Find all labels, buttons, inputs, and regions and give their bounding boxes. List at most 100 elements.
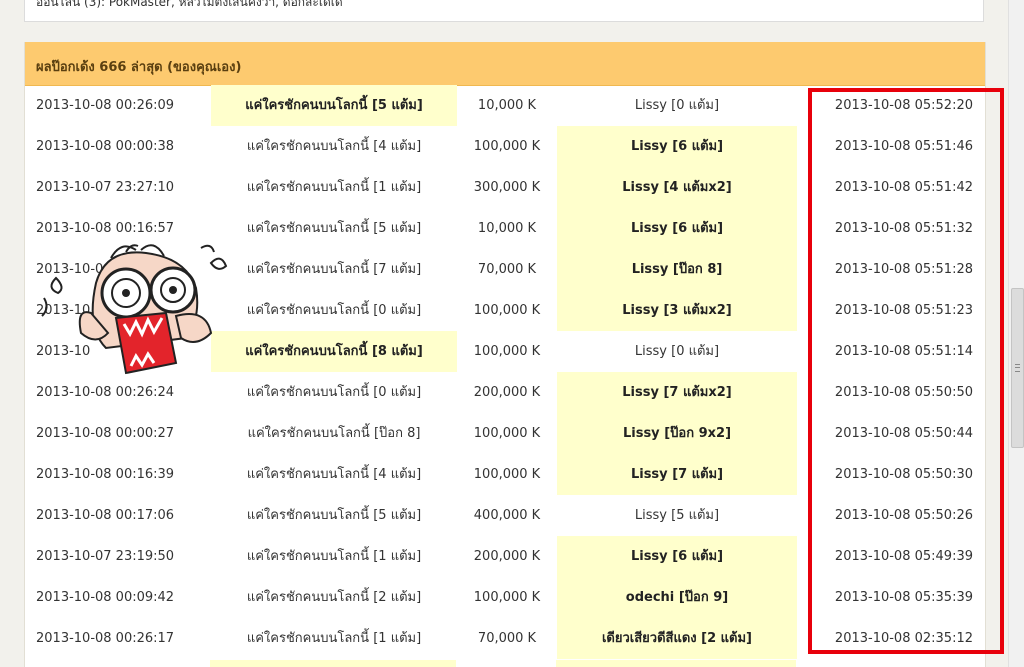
player2-score: [0 แต้ม] [671,98,720,113]
player1-score: [5 แต้ม] [373,221,422,236]
player1-score: [7 แต้ม] [373,262,422,277]
end-time-cell: 2013-10-08 05:49:39 [797,536,985,577]
player2-name: Lissy [630,467,668,482]
table-row: 2013-10-07 23:27:10 แค่ใครชักคนบนโลกนี้ [… [25,167,985,208]
player2-score: [6 แต้ม] [672,221,724,236]
player1-cell[interactable]: แค่ใครชักคนบนโลกนี้ [ป๊อก 8] [211,413,457,454]
vertical-scrollbar[interactable] [1008,0,1024,667]
start-time: 2013-10-08 00:16:57 [36,221,175,236]
player2-cell[interactable]: Lissy [ป๊อก 9x2] [557,413,797,454]
start-time-cell: 2013-10-08 00:17:06 [25,495,211,536]
end-time-cell: 2013-10-08 05:52:20 [797,85,985,126]
player1-cell[interactable]: แค่ใครชักคนบนโลกนี้ [8 แต้ม] [211,331,457,372]
end-time-cell: 2013-10-08 05:51:23 [797,290,985,331]
end-time: 2013-10-08 02:35:12 [834,631,973,646]
end-time-cell: 2013-10-08 05:50:44 [797,413,985,454]
bet-amount-cell: 70,000 K [457,618,557,659]
player2-cell[interactable]: Lissy [0 แต้ม] [557,331,797,372]
bet-amount: 70,000 K [477,262,537,277]
player2-name: Lissy [634,344,667,359]
start-time: 2013-10-08 00:00:38 [36,139,175,154]
player2-cell[interactable]: Lissy [7 แต้ม] [557,454,797,495]
bet-amount: 100,000 K [473,303,541,318]
player2-cell[interactable]: Lissy [6 แต้ม] [557,536,797,577]
end-time: 2013-10-08 05:50:50 [834,385,973,400]
table-row: 2013-10-08 00:17:06 แค่ใครชักคนบนโลกนี้ [… [25,495,985,536]
player1-name: แค่ใครชักคนบนโลกนี้ [246,221,370,236]
player2-cell[interactable]: Lissy [ป๊อก 8] [557,249,797,290]
player1-score: [8 แต้ม] [371,344,423,359]
scrollbar-thumb[interactable] [1011,288,1024,448]
player2-name: Lissy [622,180,659,195]
player1-name: แค่ใครชักคนบนโลกนี้ [246,467,370,482]
player1-score: [1 แต้ม] [373,631,422,646]
player2-score: [5 แต้ม] [671,508,720,523]
player2-cell[interactable]: เดียวเสียวดีสีแดง [2 แต้ม] [557,618,797,659]
player1-cell[interactable]: แค่ใครชักคนบนโลกนี้ [5 แต้ม] [211,208,457,249]
bet-amount-cell: 400,000 K [457,495,557,536]
player1-cell[interactable]: แค่ใครชักคนบนโลกนี้ [0 แต้ม] [211,290,457,331]
player1-cell[interactable]: แค่ใครชักคนบนโลกนี้ [7 แต้ม] [211,249,457,290]
end-time: 2013-10-08 05:51:42 [834,180,973,195]
player1-cell[interactable]: แค่ใครชักคนบนโลกนี้ [4 แต้ม] [211,126,457,167]
end-time-cell: 2013-10-08 05:50:50 [797,372,985,413]
player2-score: [3 แต้มx2] [663,303,732,318]
player1-cell[interactable]: แค่ใครชักคนบนโลกนี้ [5 แต้ม] [211,495,457,536]
player1-name: แค่ใครชักคนบนโลกนี้ [246,262,370,277]
player2-name: Lissy [622,426,660,441]
player1-name: แค่ใครชักคนบนโลกนี้ [246,385,370,400]
screaming-cartoon-face-icon [41,244,228,375]
player2-cell[interactable]: Lissy [0 แต้ม] [557,85,797,126]
player1-cell[interactable]: แค่ใครชักคนบนโลกนี้ [1 แต้ม] [211,618,457,659]
player2-name: Lissy [622,303,659,318]
player1-cell[interactable]: แค่ใครชักคนบนโลกนี้ [5 แต้ม] [211,85,457,126]
player2-score: [0 แต้ม] [671,344,720,359]
end-time-cell: 2013-10-08 05:50:26 [797,495,985,536]
end-time: 2013-10-08 05:50:30 [834,467,973,482]
player1-cell[interactable]: แค่ใครชักคนบนโลกนี้ [2 แต้ม] [211,577,457,618]
end-time: 2013-10-08 05:50:44 [834,426,973,441]
player2-cell[interactable]: odechi [ป๊อก 9] [557,577,797,618]
bet-amount: 100,000 K [473,139,541,154]
player2-score: [2 แต้ม] [701,631,753,646]
player1-cell[interactable]: แค่ใครชักคนบนโลกนี้ [0 แต้ม] [211,372,457,413]
player1-score: [0 แต้ม] [373,385,422,400]
end-time-cell: 2013-10-08 05:51:42 [797,167,985,208]
start-time-cell: 2013-10-08 00:26:09 [25,85,211,126]
bet-amount-cell: 100,000 K [457,126,557,167]
start-time: 2013-10-08 00:16:39 [36,467,175,482]
bet-amount-cell: 100,000 K [457,413,557,454]
player1-score: [5 แต้ม] [371,98,423,113]
player1-score: [4 แต้ม] [373,467,422,482]
player2-cell[interactable]: Lissy [4 แต้มx2] [557,167,797,208]
bet-amount: 200,000 K [473,385,541,400]
table-row: 2013-10-07 23:19:50 แค่ใครชักคนบนโลกนี้ [… [25,536,985,577]
table-row: 2013-10-08 00:26:17 แค่ใครชักคนบนโลกนี้ [… [25,618,985,659]
player2-cell[interactable]: Lissy [3 แต้มx2] [557,290,797,331]
start-time: 2013-10-08 00:00:27 [36,426,175,441]
player2-score: [7 แต้ม] [672,467,724,482]
player2-cell[interactable]: Lissy [6 แต้ม] [557,208,797,249]
player1-score: [1 แต้ม] [373,180,422,195]
table-row: 2013-10-08 00:16:39 แค่ใครชักคนบนโลกนี้ [… [25,454,985,495]
bet-amount: 300,000 K [473,180,541,195]
player2-score: [ป๊อก 9x2] [664,426,732,441]
bet-amount-cell: 300,000 K [457,167,557,208]
player1-cell[interactable]: แค่ใครชักคนบนโลกนี้ [4 แต้ม] [211,454,457,495]
player2-name: Lissy [630,139,668,154]
player2-cell[interactable]: Lissy [5 แต้ม] [557,495,797,536]
panel-title: ผลป๊อกเด้ง 666 ล่าสุด (ของคุณเอง) [36,60,242,75]
start-time-cell: 2013-10-08 00:16:39 [25,454,211,495]
end-time-cell: 2013-10-08 02:35:12 [797,618,985,659]
player2-cell[interactable]: Lissy [7 แต้มx2] [557,372,797,413]
player2-name: Lissy [630,221,668,236]
player2-score: [4 แต้มx2] [663,180,732,195]
table-row: 2013-10-08 00:26:09 แค่ใครชักคนบนโลกนี้ [… [25,85,985,126]
player2-cell[interactable]: Lissy [6 แต้ม] [557,126,797,167]
bet-amount-cell: 200,000 K [457,372,557,413]
end-time-cell: 2013-10-08 05:51:46 [797,126,985,167]
player1-cell[interactable]: แค่ใครชักคนบนโลกนี้ [1 แต้ม] [211,536,457,577]
bet-amount: 100,000 K [473,590,541,605]
player2-name: Lissy [631,262,669,277]
player1-cell[interactable]: แค่ใครชักคนบนโลกนี้ [1 แต้ม] [211,167,457,208]
